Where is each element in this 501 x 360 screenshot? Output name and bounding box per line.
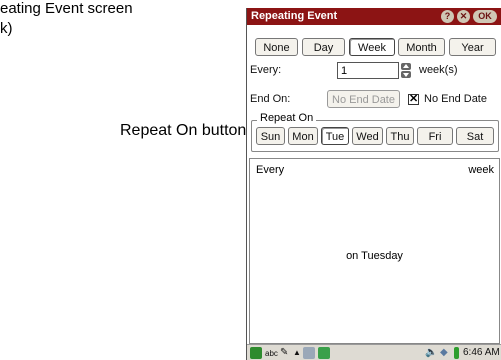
keyboard-mode[interactable]: abc: [265, 349, 278, 358]
status-bar: abc ✎ ▲ 🔈 ◆ 6:46 AM: [247, 344, 501, 360]
arrow-up-icon[interactable]: [401, 63, 411, 70]
day-button-wed[interactable]: Wed: [352, 127, 383, 145]
document-caption-line1: eating Event screen: [0, 0, 133, 17]
tab-week[interactable]: Week: [349, 38, 395, 56]
end-on-label: End On:: [250, 93, 291, 105]
repeat-summary-panel: Every week on Tuesday: [249, 158, 500, 344]
day-button-sat[interactable]: Sat: [456, 127, 494, 145]
task-icon[interactable]: [318, 347, 330, 359]
every-input[interactable]: 1: [337, 62, 399, 79]
summary-on-day: on Tuesday: [346, 250, 403, 262]
every-unit-label: week(s): [419, 64, 458, 76]
summary-unit: week: [468, 164, 494, 176]
summary-every: Every: [256, 164, 285, 176]
callout-label: Repeat On buttons: [120, 122, 255, 139]
speaker-icon[interactable]: 🔈: [425, 347, 437, 358]
tab-year[interactable]: Year: [449, 38, 496, 56]
repeat-on-label: Repeat On: [257, 112, 317, 124]
every-label: Every:: [250, 64, 282, 76]
tab-day[interactable]: Day: [302, 38, 345, 56]
window-title: Repeating Event: [251, 10, 338, 22]
battery-icon[interactable]: [454, 347, 459, 359]
ok-button[interactable]: OK: [473, 10, 497, 23]
document-caption-line2: k): [0, 20, 13, 37]
tab-none[interactable]: None: [255, 38, 298, 56]
arrow-down-icon[interactable]: [401, 71, 411, 78]
day-button-tue[interactable]: Tue: [321, 127, 349, 145]
app-icon[interactable]: [303, 347, 315, 359]
help-button[interactable]: ?: [441, 10, 454, 23]
no-end-date-label: No End Date: [424, 93, 487, 105]
clock[interactable]: 6:46 AM: [463, 347, 500, 358]
arrow-up-small-icon[interactable]: ▲: [293, 348, 301, 357]
end-date-button[interactable]: No End Date: [327, 90, 400, 108]
day-button-fri[interactable]: Fri: [417, 127, 453, 145]
home-icon[interactable]: [250, 347, 262, 359]
day-button-sun[interactable]: Sun: [256, 127, 285, 145]
tab-month[interactable]: Month: [398, 38, 445, 56]
every-stepper[interactable]: [399, 62, 413, 79]
close-button[interactable]: ✕: [457, 10, 470, 23]
no-end-date-checkbox[interactable]: ✕: [408, 94, 419, 105]
day-button-mon[interactable]: Mon: [288, 127, 318, 145]
repeating-event-window: Repeating Event ? ✕ OK None Day Week Mon…: [246, 8, 501, 360]
title-bar: Repeating Event ? ✕ OK: [247, 8, 501, 25]
network-icon[interactable]: ◆: [440, 347, 448, 358]
day-button-thu[interactable]: Thu: [386, 127, 414, 145]
pen-icon[interactable]: ✎: [280, 347, 288, 358]
